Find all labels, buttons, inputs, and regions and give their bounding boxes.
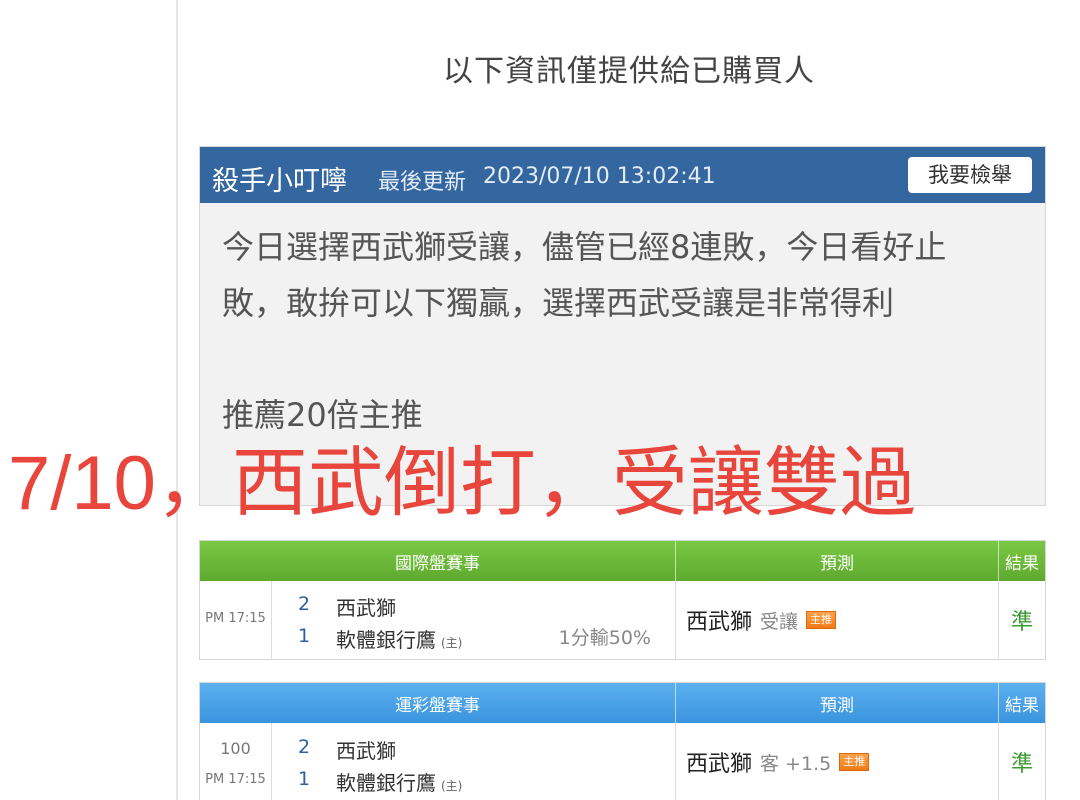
table-row: PM 17:15 2 西武獅 1 軟體銀行鷹 (主) 1分輸50% 西武獅 受讓 … — [200, 581, 1045, 659]
header-match: 運彩盤賽事 — [200, 683, 676, 723]
table-header: 國際盤賽事 預測 結果 — [200, 541, 1045, 581]
result-value: 準 — [1010, 610, 1033, 635]
prediction-team: 西武獅 — [686, 610, 753, 635]
prediction-cell: 西武獅 客 +1.5 主推 — [676, 723, 999, 800]
match-code: 100 — [220, 739, 251, 758]
away-team: 西武獅 — [336, 596, 396, 620]
post-header: 殺手小叮嚀 最後更新 2023/07/10 13:02:41 我要檢舉 — [200, 147, 1045, 203]
main-pick-badge: 主推 — [839, 753, 870, 771]
home-team-wrap: 軟體銀行鷹 (主) — [336, 624, 462, 653]
prediction-pick: 受讓 — [760, 610, 799, 633]
match-teams-cell: 2 西武獅 1 軟體銀行鷹 (主) — [272, 723, 676, 800]
header-result: 結果 — [1005, 553, 1039, 574]
home-team: 軟體銀行鷹 — [336, 771, 436, 795]
result-detail: 1分輸50% — [558, 627, 651, 649]
report-button[interactable]: 我要檢舉 — [908, 157, 1032, 193]
post-text-line: 敗，敢拚可以下獨贏，選擇西武受讓是非常得利 — [222, 284, 895, 322]
match-time: PM 17:15 — [205, 611, 266, 626]
prediction-team: 西武獅 — [686, 752, 753, 777]
header-result: 結果 — [1005, 695, 1039, 716]
result-overlay-caption: 7/10，西武倒打，受讓雙過 — [8, 441, 916, 526]
update-label: 最後更新 — [378, 170, 467, 195]
purchase-notice: 以下資訊僅提供給已購買人 — [443, 54, 815, 89]
table-header: 運彩盤賽事 預測 結果 — [200, 683, 1045, 723]
home-team-wrap: 軟體銀行鷹 (主) — [336, 767, 462, 796]
header-match: 國際盤賽事 — [200, 541, 676, 581]
prediction-pick: 客 +1.5 — [760, 752, 832, 775]
post-text-line: 今日選擇西武獅受讓，儘管已經8連敗，今日看好止 — [222, 228, 947, 266]
home-tag: (主) — [441, 636, 463, 650]
away-score: 2 — [298, 736, 311, 758]
update-time: 2023/07/10 13:02:41 — [483, 164, 716, 189]
home-team: 軟體銀行鷹 — [336, 628, 436, 652]
header-prediction: 預測 — [676, 541, 999, 581]
result-cell: 準 — [999, 581, 1045, 659]
result-value: 準 — [1010, 752, 1033, 777]
header-prediction: 預測 — [676, 683, 999, 723]
international-odds-table: 國際盤賽事 預測 結果 PM 17:15 2 西武獅 1 軟體銀行鷹 (主) 1分… — [199, 540, 1046, 660]
result-cell: 準 — [999, 723, 1045, 800]
author-name[interactable]: 殺手小叮嚀 — [212, 159, 347, 198]
left-border — [176, 0, 178, 800]
match-time-cell: PM 17:15 — [200, 581, 272, 659]
away-score: 2 — [298, 593, 311, 615]
match-teams-cell: 2 西武獅 1 軟體銀行鷹 (主) 1分輸50% — [272, 581, 676, 659]
page: 以下資訊僅提供給已購買人 殺手小叮嚀 最後更新 2023/07/10 13:02… — [0, 0, 1080, 800]
prediction-cell: 西武獅 受讓 主推 — [676, 581, 999, 659]
home-tag: (主) — [441, 779, 463, 793]
main-pick-badge: 主推 — [806, 611, 837, 629]
table-row: 100 PM 17:15 2 西武獅 1 軟體銀行鷹 (主) 西武獅 客 +1.5… — [200, 723, 1045, 800]
prediction: 西武獅 客 +1.5 主推 — [686, 723, 870, 800]
post-body: 今日選擇西武獅受讓，儘管已經8連敗，今日看好止 敗，敢拚可以下獨贏，選擇西武受讓… — [200, 203, 1045, 443]
home-score: 1 — [298, 625, 311, 647]
home-score: 1 — [298, 768, 311, 790]
match-time-cell: 100 PM 17:15 — [200, 723, 272, 800]
match-time: PM 17:15 — [205, 772, 266, 787]
away-team: 西武獅 — [336, 739, 396, 763]
sports-lottery-table: 運彩盤賽事 預測 結果 100 PM 17:15 2 西武獅 1 軟體銀行鷹 (主… — [199, 682, 1046, 800]
prediction: 西武獅 受讓 主推 — [686, 581, 837, 659]
